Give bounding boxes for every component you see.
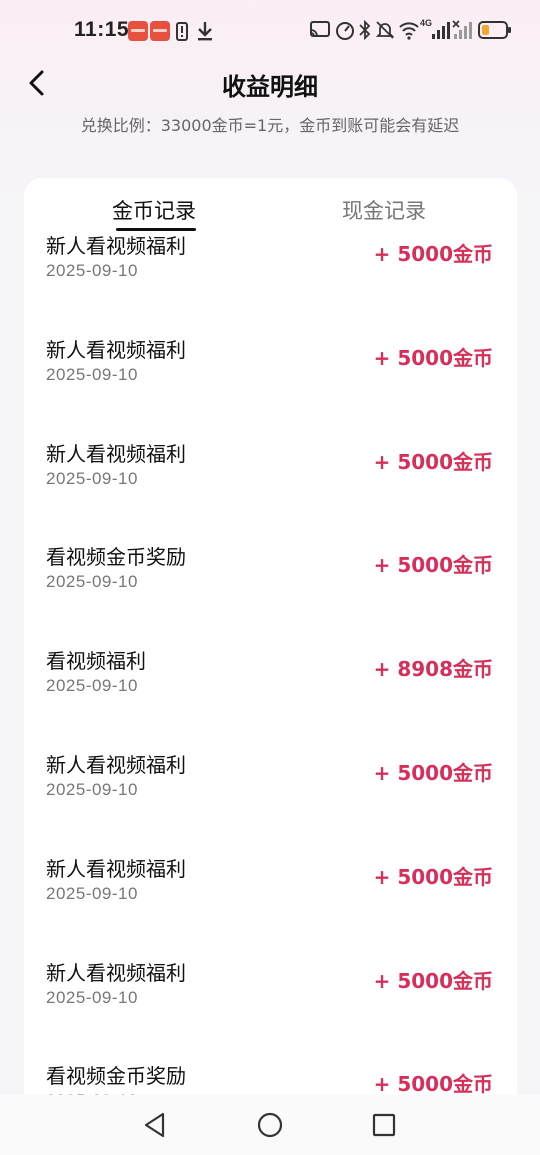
record-name: 新人看视频福利 — [46, 337, 186, 362]
list-item: 看视频金币奖励 2025-09-10 + 5000金币 — [24, 529, 517, 633]
list-item: 新人看视频福利 2025-09-10 + 5000金币 — [24, 737, 517, 841]
list-item: 新人看视频福利 2025-09-10 + 5000金币 — [24, 322, 517, 426]
battery-icon — [478, 21, 511, 39]
list-item: 新人看视频福利 2025-09-10 + 5000金币 — [24, 426, 517, 530]
record-date: 2025-09-10 — [46, 779, 138, 799]
record-amount: + 5000金币 — [373, 968, 493, 993]
signal-icon — [452, 20, 472, 39]
record-name: 新人看视频福利 — [46, 752, 186, 777]
record-amount: + 5000金币 — [373, 242, 493, 266]
tab-cash-records[interactable]: 现金记录 — [342, 195, 426, 225]
page-title: 收益明细 — [222, 73, 318, 101]
nav-home-icon[interactable] — [254, 1109, 286, 1141]
record-name: 新人看视频福利 — [46, 960, 186, 985]
record-date: 2025-09-10 — [46, 468, 138, 488]
app-badge-icon — [150, 21, 170, 41]
record-name: 新人看视频福利 — [46, 856, 186, 881]
record-name: 看视频金币奖励 — [46, 1064, 186, 1089]
record-date: 2025-09-10 — [46, 572, 138, 592]
active-tab-indicator — [116, 228, 196, 231]
app-badge-icon — [128, 21, 148, 41]
record-date: 2025-09-10 — [46, 261, 138, 280]
download-icon — [198, 22, 212, 41]
cast-icon — [310, 21, 330, 37]
wifi-icon — [399, 22, 419, 40]
status-time: 11:15 — [74, 18, 130, 41]
exchange-rate-note: 兑换比例：33000金币=1元，金币到账可能会有延迟 — [80, 116, 460, 135]
record-amount: + 5000金币 — [373, 449, 493, 474]
record-date: 2025-09-10 — [46, 364, 138, 384]
status-bar: 11:15 4G — [0, 0, 540, 62]
nav-back-icon[interactable] — [139, 1109, 171, 1141]
record-amount: + 5000金币 — [373, 864, 493, 889]
list-item: 看视频福利 2025-09-10 + 8908金币 — [24, 633, 517, 737]
record-amount: + 8908金币 — [373, 657, 493, 682]
tab-coin-records[interactable]: 金币记录 — [112, 195, 196, 225]
record-amount: + 5000金币 — [373, 1072, 493, 1097]
battery-level-fill — [482, 25, 489, 35]
signal-icon — [432, 22, 450, 39]
alert-icon — [176, 22, 188, 41]
record-date: 2025-09-10 — [46, 883, 138, 903]
record-amount: + 5000金币 — [373, 760, 493, 785]
record-date: 2025-09-10 — [46, 676, 138, 696]
record-date: 2025-09-10 — [46, 987, 138, 1007]
list-item: 新人看视频福利 2025-09-10 + 5000金币 — [24, 841, 517, 945]
nav-recents-icon[interactable] — [368, 1109, 400, 1141]
system-nav-bar — [0, 1095, 540, 1155]
speed-icon — [336, 22, 354, 40]
list-item: 新人看视频福利 2025-09-10 + 5000金币 — [24, 945, 517, 1049]
record-amount: + 5000金币 — [373, 345, 493, 370]
mute-icon — [375, 21, 395, 39]
record-name: 看视频金币奖励 — [46, 545, 186, 570]
record-name: 看视频福利 — [46, 649, 146, 674]
bluetooth-icon — [359, 20, 371, 40]
records-card: 新人看视频福利 2025-09-10 + 5000金币 新人看视频福利 2025… — [24, 178, 517, 1118]
tab-bar: 金币记录 现金记录 — [24, 178, 517, 236]
record-amount: + 5000金币 — [373, 553, 493, 578]
record-name: 新人看视频福利 — [46, 441, 186, 466]
records-list[interactable]: 新人看视频福利 2025-09-10 + 5000金币 新人看视频福利 2025… — [24, 218, 517, 1118]
